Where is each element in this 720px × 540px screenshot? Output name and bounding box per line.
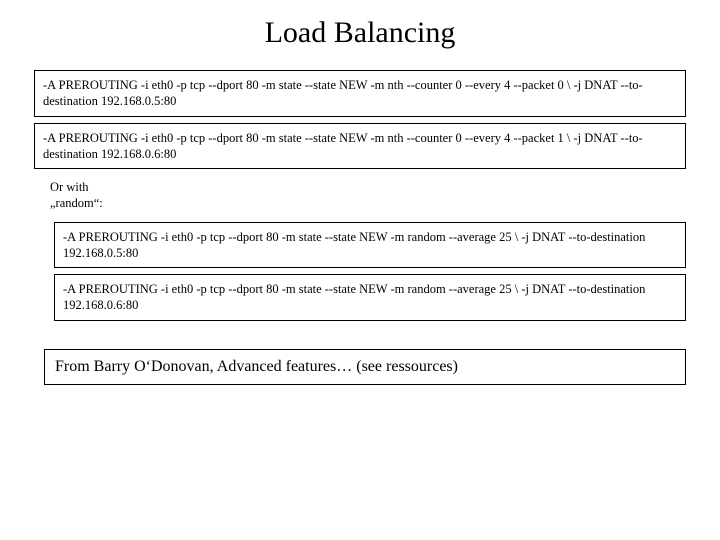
page-title: Load Balancing (0, 0, 720, 70)
note-line-2: „random“: (50, 196, 103, 210)
rule-box-random-1: -A PREROUTING -i eth0 -p tcp --dport 80 … (54, 222, 686, 269)
rule-box-nth-1: -A PREROUTING -i eth0 -p tcp --dport 80 … (34, 70, 686, 117)
footer-credit: From Barry O‘Donovan, Advanced features…… (44, 349, 686, 385)
note-line-1: Or with (50, 180, 89, 194)
rule-box-random-2: -A PREROUTING -i eth0 -p tcp --dport 80 … (54, 274, 686, 321)
note-text: Or with „random“: (50, 179, 720, 212)
rule-box-nth-2: -A PREROUTING -i eth0 -p tcp --dport 80 … (34, 123, 686, 170)
